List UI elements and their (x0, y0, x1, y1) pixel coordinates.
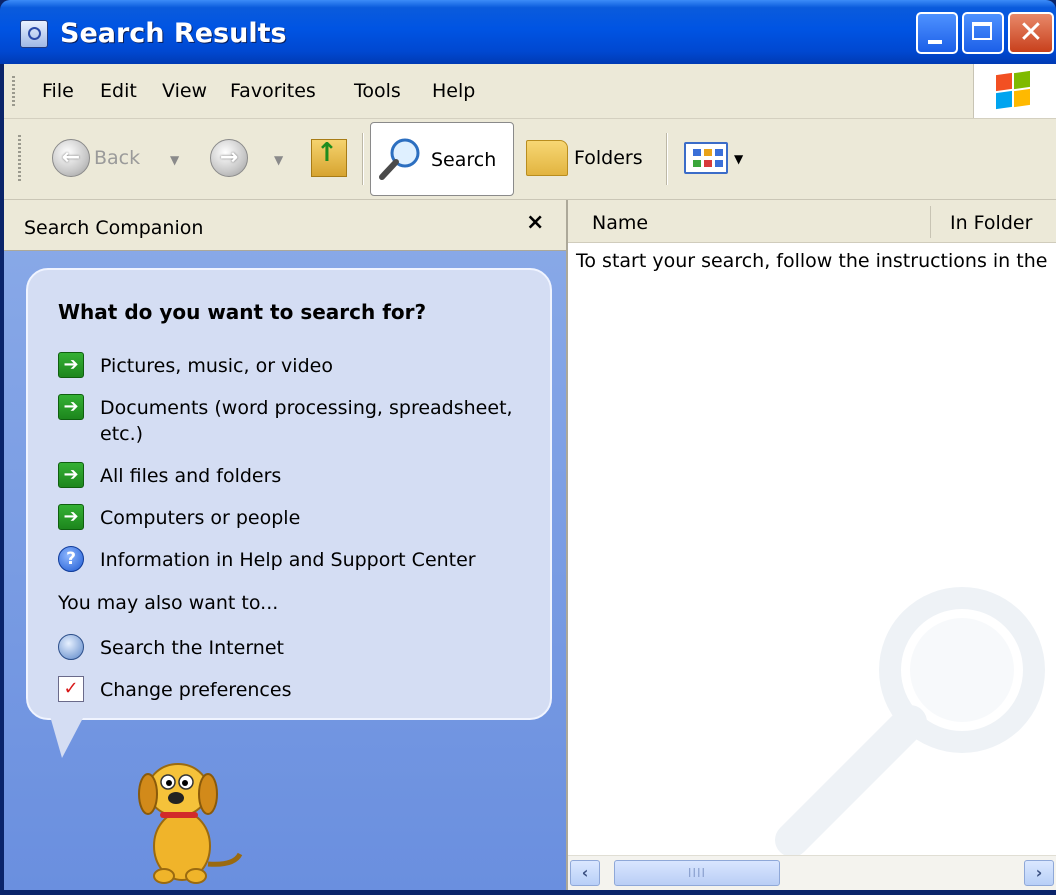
menu-help[interactable]: Help (432, 80, 475, 102)
search-bubble: What do you want to search for? ➔ Pictur… (26, 268, 552, 720)
toolbar-grip[interactable] (18, 135, 21, 183)
minimize-button[interactable] (916, 12, 958, 54)
option-label: All files and folders (100, 465, 282, 487)
menu-favorites[interactable]: Favorites (230, 80, 316, 102)
option-label: Change preferences (100, 679, 292, 701)
option-label: Information in Help and Support Center (100, 549, 476, 571)
green-arrow-icon: ➔ (58, 394, 84, 420)
close-window-button[interactable]: ✕ (1008, 12, 1054, 54)
green-arrow-icon: ➔ (58, 462, 84, 488)
search-label: Search (431, 149, 497, 171)
menu-view[interactable]: View (162, 80, 207, 102)
maximize-button[interactable] (962, 12, 1004, 54)
windows-flag-green (1014, 70, 1030, 90)
up-arrow-icon: ↑ (316, 138, 338, 168)
windows-flag-yellow (1014, 88, 1030, 108)
search-question: What do you want to search for? (58, 300, 427, 324)
views-dropdown-icon[interactable]: ▼ (734, 152, 743, 166)
forward-arrow-icon: → (219, 145, 239, 170)
windows-flag-blue (996, 90, 1012, 110)
menu-edit[interactable]: Edit (100, 80, 137, 102)
title-bar[interactable]: Search Results ✕ (0, 0, 1056, 64)
column-in-folder[interactable]: In Folder (950, 212, 1032, 234)
close-pane-icon[interactable]: × (526, 210, 544, 235)
green-arrow-icon: ➔ (58, 504, 84, 530)
folders-button[interactable]: Folders (574, 147, 643, 169)
option-label: Computers or people (100, 507, 301, 529)
magnifier-icon (379, 138, 420, 180)
back-dropdown-icon[interactable]: ▼ (170, 153, 179, 167)
toolbar-separator (362, 133, 364, 185)
scroll-thumb[interactable]: IIII (614, 860, 780, 886)
back-arrow-icon: ← (61, 145, 81, 170)
search-companion-pane: Search Companion × What do you want to s… (4, 200, 566, 890)
results-column-header: Name In Folder (568, 200, 1056, 243)
close-icon: ✕ (1018, 15, 1044, 50)
preferences-icon: ✓ (58, 676, 84, 702)
up-folder-button[interactable]: ↑ (311, 138, 347, 177)
back-label: Back (94, 147, 141, 169)
pane-title: Search Companion (24, 217, 204, 239)
column-name[interactable]: Name (592, 212, 648, 234)
forward-button[interactable]: → (210, 139, 248, 177)
menubar-grip[interactable] (12, 76, 15, 106)
horizontal-scrollbar[interactable]: ‹ IIII › (568, 855, 1056, 890)
magnifier-watermark-icon (775, 587, 1045, 857)
option-label: Search the Internet (100, 637, 284, 659)
also-heading: You may also want to... (58, 592, 279, 614)
standard-toolbar: ← Back ▼ → ▼ ↑ Search Folders ▼ (4, 119, 1056, 200)
back-button[interactable]: ← (52, 139, 90, 177)
menu-bar: File Edit View Favorites Tools Help (4, 64, 1056, 119)
forward-dropdown-icon[interactable]: ▼ (274, 153, 283, 167)
windows-logo (973, 64, 1056, 118)
search-companion-header: Search Companion × (4, 200, 566, 251)
search-window-icon (20, 20, 48, 48)
menu-file[interactable]: File (42, 80, 74, 102)
scroll-left-button[interactable]: ‹ (570, 860, 600, 886)
column-separator[interactable] (930, 206, 931, 238)
scroll-right-button[interactable]: › (1024, 860, 1054, 886)
help-icon: ? (58, 546, 84, 572)
option-label: Pictures, music, or video (100, 355, 333, 377)
folders-icon[interactable] (526, 140, 568, 176)
menu-tools[interactable]: Tools (354, 80, 401, 102)
views-icon[interactable] (684, 142, 728, 174)
explorer-window: Search Results ✕ File Edit View Favorite… (0, 0, 1056, 895)
rover-dog-icon[interactable] (112, 746, 252, 886)
bubble-tail (50, 716, 84, 758)
option-label: Documents (word processing, spreadsheet,… (100, 397, 513, 445)
window-title: Search Results (60, 18, 287, 49)
search-internet-icon (58, 634, 84, 660)
green-arrow-icon: ➔ (58, 352, 84, 378)
results-instruction: To start your search, follow the instruc… (576, 250, 1048, 272)
windows-flag-red (996, 72, 1012, 92)
search-button[interactable]: Search (370, 122, 514, 196)
results-pane: Name In Folder To start your search, fol… (566, 200, 1056, 890)
toolbar-separator-2 (666, 133, 668, 185)
